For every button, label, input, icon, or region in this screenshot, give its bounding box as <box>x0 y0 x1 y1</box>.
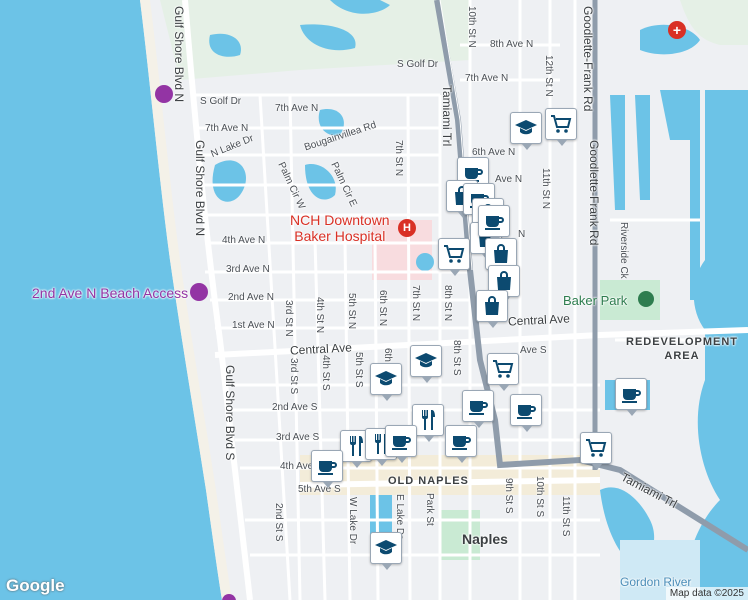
beach-access-label[interactable]: 2nd Ave N Beach Access <box>32 286 188 300</box>
cafe-icon <box>619 382 643 406</box>
cafe-marker[interactable] <box>510 394 542 432</box>
school-marker[interactable] <box>410 345 442 383</box>
5th-ave-n-label: Ave N <box>495 174 523 185</box>
12th-st-n-label: 12th St N <box>543 55 554 97</box>
central-ave-label-east: Central Ave <box>507 311 571 329</box>
s-golf-dr-label-west: S Golf Dr <box>200 96 242 107</box>
bag-icon <box>480 294 504 318</box>
bag-marker[interactable] <box>476 290 508 328</box>
school-icon <box>514 116 538 140</box>
restaurant-icon <box>416 408 440 432</box>
school-icon <box>414 349 438 373</box>
4th-ave-n-label: 4th Ave N <box>222 235 266 246</box>
4th-ave-n-label-east: N <box>518 229 526 240</box>
goodlette-frank-rd-label: Goodlette-Frank Rd <box>581 6 595 112</box>
school-marker[interactable] <box>370 363 402 401</box>
5th-st-s-label: 5th St S <box>353 352 364 388</box>
w-lake-dr-label: W Lake Dr <box>347 497 358 545</box>
7th-ave-n-label-west: 7th Ave N <box>275 103 319 114</box>
gulf-shore-blvd-label-2: Gulf Shore Blvd N <box>193 140 207 237</box>
3rd-st-s-label: 3rd St S <box>288 358 299 395</box>
10th-st-n-label: 10th St N <box>466 6 477 48</box>
1st-ave-n-label: 1st Ave N <box>232 320 275 331</box>
cart-icon <box>442 242 466 266</box>
school-icon <box>374 536 398 560</box>
gulf-shore-blvd-s-label: Gulf Shore Blvd S <box>223 365 237 461</box>
4th-st-s-label: 4th St S <box>320 355 331 391</box>
school-marker[interactable] <box>370 532 402 570</box>
7th-ave-n-label-west2: 7th Ave N <box>205 123 249 134</box>
hospital-label[interactable]: NCH Downtown Baker Hospital <box>290 212 390 244</box>
cafe-icon <box>315 454 339 478</box>
2nd-st-s-label: 2nd St S <box>273 503 284 542</box>
cafe-marker[interactable] <box>615 378 647 416</box>
map-attribution[interactable]: Map data ©2025 <box>665 587 748 600</box>
bag-icon <box>489 242 513 266</box>
3rd-ave-s-label: 3rd Ave S <box>276 432 320 443</box>
cart-icon <box>491 357 515 381</box>
5th-st-n-label: 5th St N <box>346 293 357 330</box>
3rd-ave-n-label: 3rd Ave N <box>226 264 270 275</box>
3rd-st-n-label: 3rd St N <box>283 300 294 337</box>
6th-st-n-label: 6th St N <box>377 290 388 327</box>
cafe-marker[interactable] <box>462 390 494 428</box>
cafe-marker[interactable] <box>478 205 510 243</box>
cafe-marker[interactable] <box>385 425 417 463</box>
cafe-marker[interactable] <box>311 450 343 488</box>
4th-st-n-label: 4th St N <box>314 297 325 334</box>
riverside-ck-label: Riverside Ck <box>618 222 629 279</box>
old-naples-label: OLD NAPLES <box>388 475 469 487</box>
cart-marker[interactable] <box>580 432 612 470</box>
11th-st-n-label: 11th St N <box>540 168 551 209</box>
2nd-ave-s-label: 2nd Ave S <box>272 402 318 413</box>
redevelopment-area-label: REDEVELOPMENT AREA <box>626 336 739 362</box>
hospital-icon[interactable]: H <box>398 219 416 237</box>
beach-icon[interactable] <box>155 85 173 103</box>
school-icon <box>374 367 398 391</box>
2nd-ave-n-label: 2nd Ave N <box>228 292 274 303</box>
9th-st-s-label: 9th St S <box>503 478 514 514</box>
cafe-icon <box>466 394 490 418</box>
11th-st-s-label: 11th St S <box>560 496 571 537</box>
4th-ave-s-label: 4th Ave <box>280 461 314 472</box>
gulf-shore-blvd-label-1: Gulf Shore Blvd N <box>172 6 186 103</box>
cafe-marker[interactable] <box>445 425 477 463</box>
8th-st-n-label: 8th St N <box>442 285 453 322</box>
7th-ave-n-label-east: 7th Ave N <box>465 73 509 84</box>
cart-marker[interactable] <box>438 238 470 276</box>
7th-st-n-label-south: 7th St N <box>410 285 421 322</box>
tamiami-trail-label: Tamiami Trl <box>440 85 454 147</box>
cart-icon <box>549 112 573 136</box>
map-canvas[interactable]: NCH Downtown Baker Hospital H + 2nd Ave … <box>0 0 748 600</box>
8th-ave-n-label: 8th Ave N <box>490 39 534 50</box>
cart-icon <box>584 436 608 460</box>
cafe-icon <box>389 429 413 453</box>
park-st-label: Park St <box>424 493 435 526</box>
6th-st-s-label: 6th <box>382 348 393 362</box>
goodlette-frank-rd-label-2: Goodlette-Frank Rd <box>587 140 601 246</box>
5th-ave-s-label: 5th Ave S <box>298 484 341 495</box>
school-marker[interactable] <box>510 112 542 150</box>
1st-ave-s-label: Ave S <box>520 345 547 356</box>
cafe-icon <box>449 429 473 453</box>
cart-marker[interactable] <box>545 108 577 146</box>
baker-park-label[interactable]: Baker Park <box>563 294 627 307</box>
cafe-icon <box>482 209 506 233</box>
s-golf-dr-label: S Golf Dr <box>397 59 439 70</box>
medical-icon[interactable]: + <box>668 21 686 39</box>
7th-st-n-label-north: 7th St N <box>393 140 404 177</box>
8th-st-s-label: 8th St S <box>451 340 462 376</box>
park-icon[interactable] <box>638 291 654 307</box>
naples-label[interactable]: Naples <box>462 532 508 546</box>
beach-access-icon[interactable] <box>190 283 208 301</box>
10th-st-s-label: 10th St S <box>534 476 545 518</box>
cafe-icon <box>514 398 538 422</box>
cart-marker[interactable] <box>487 353 519 391</box>
google-logo[interactable]: Google <box>6 576 65 596</box>
